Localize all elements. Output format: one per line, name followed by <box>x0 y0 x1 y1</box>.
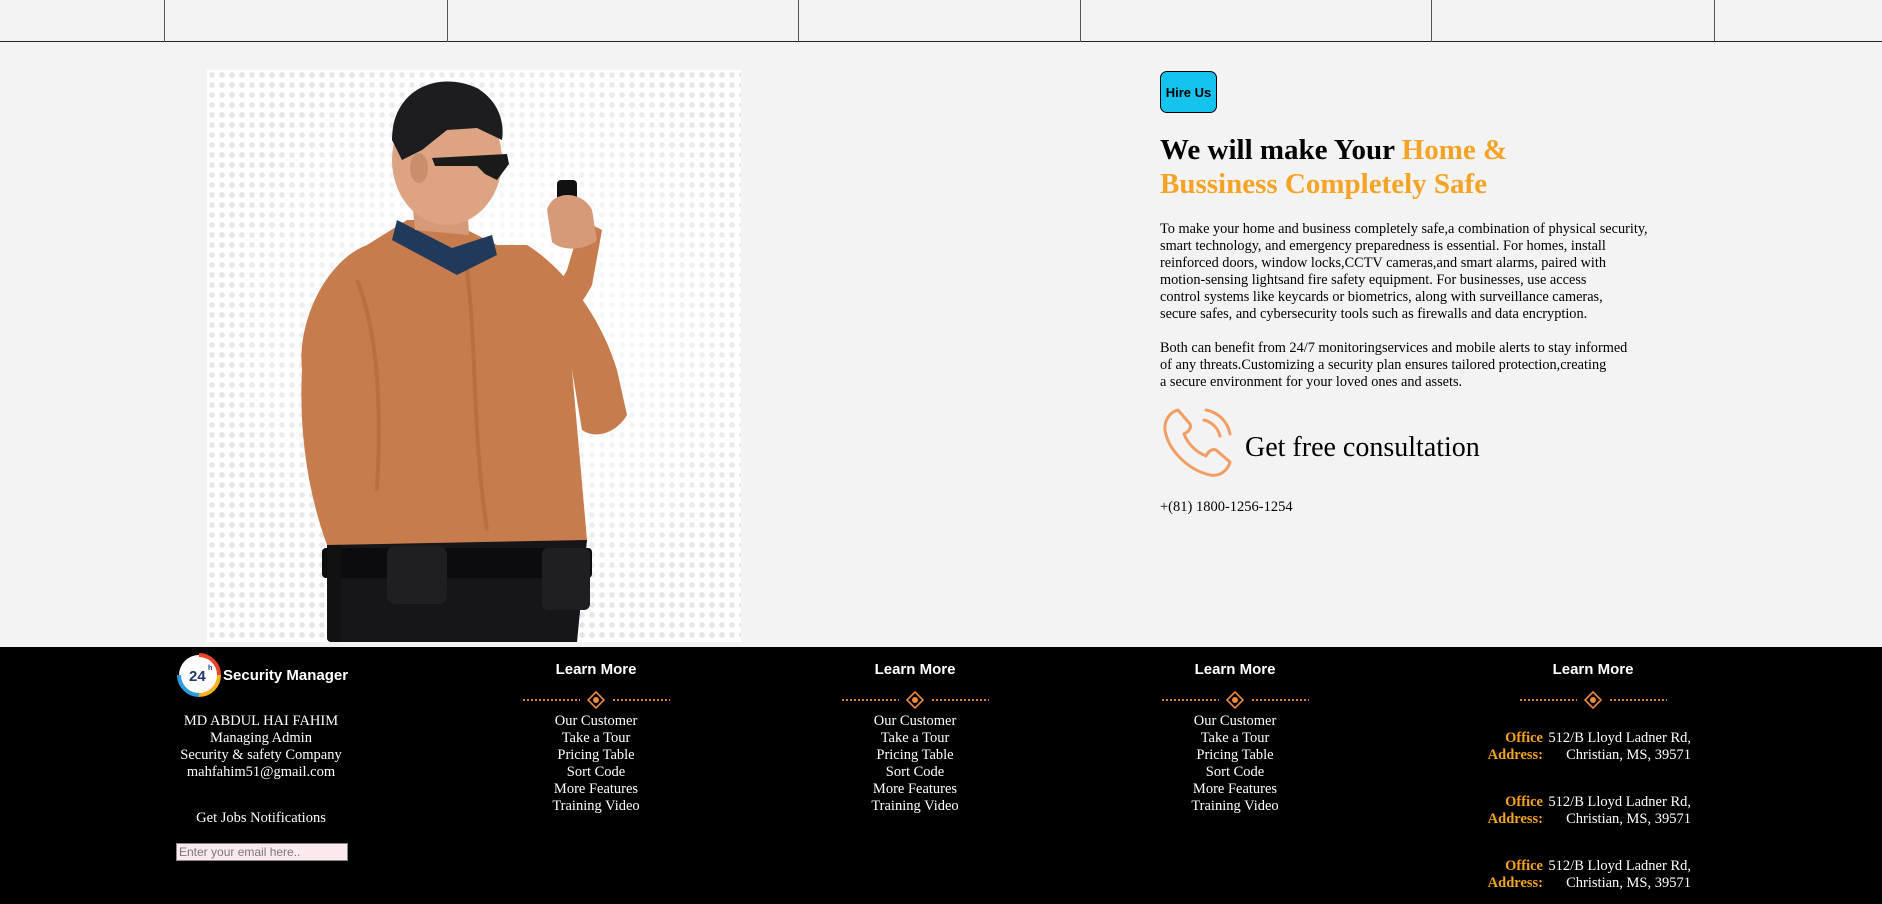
footer-column-1: Learn More Our Customer Take a Tour Pric… <box>496 661 696 815</box>
crosshair-icon <box>587 691 605 709</box>
ornament-divider <box>496 691 696 709</box>
nav-separator <box>798 0 799 42</box>
link-sort-code[interactable]: Sort Code <box>815 764 1015 781</box>
security-guard-image <box>207 70 741 642</box>
crosshair-icon <box>1584 691 1602 709</box>
link-our-customer[interactable]: Our Customer <box>1135 713 1335 730</box>
headline-plain: We will make Your <box>1160 134 1402 166</box>
hero-paragraph-1: To make your home and business completel… <box>1160 221 1648 322</box>
svg-text:24: 24 <box>189 668 206 685</box>
footer-column-3: Learn More Our Customer Take a Tour Pric… <box>1135 661 1335 815</box>
admin-role: Managing Admin <box>210 730 312 746</box>
jobs-notification-title: Get Jobs Notifications <box>196 810 326 826</box>
admin-info: MD ABDUL HAI FAHIM Managing Admin Securi… <box>170 713 352 781</box>
nav-separator <box>1080 0 1081 42</box>
crosshair-icon <box>906 691 924 709</box>
ornament-divider <box>1135 691 1335 709</box>
nav-separator <box>1714 0 1715 42</box>
link-take-a-tour[interactable]: Take a Tour <box>815 730 1015 747</box>
address-label: Office Address: <box>1487 794 1543 827</box>
link-take-a-tour[interactable]: Take a Tour <box>496 730 696 747</box>
link-pricing-table[interactable]: Pricing Table <box>496 747 696 764</box>
admin-company: Security & safety Company <box>180 747 342 763</box>
footer-brand[interactable]: 24 h Security Manager <box>177 652 348 698</box>
nav-separator <box>1431 0 1432 42</box>
column-title: Learn More <box>555 661 637 678</box>
office-address-2: Office Address: 512/B Lloyd Ladner Rd, C… <box>1470 794 1710 828</box>
email-input[interactable] <box>176 843 348 861</box>
hire-us-button[interactable]: Hire Us <box>1160 71 1217 113</box>
link-our-customer[interactable]: Our Customer <box>815 713 1015 730</box>
hero-headline: We will make Your Home & Bussiness Compl… <box>1160 133 1580 201</box>
office-address-1: Office Address: 512/B Lloyd Ladner Rd, C… <box>1470 730 1710 764</box>
nav-separator <box>447 0 448 42</box>
phone-number: +(81) 1800-1256-1254 <box>1160 499 1293 515</box>
column-title: Learn More <box>874 661 956 678</box>
address-value: 512/B Lloyd Ladner Rd, Christian, MS, 39… <box>1548 730 1691 763</box>
link-more-features[interactable]: More Features <box>1135 781 1335 798</box>
24h-logo-icon: 24 h <box>177 653 221 697</box>
link-training-video[interactable]: Training Video <box>496 798 696 815</box>
link-training-video[interactable]: Training Video <box>815 798 1015 815</box>
link-sort-code[interactable]: Sort Code <box>496 764 696 781</box>
link-more-features[interactable]: More Features <box>496 781 696 798</box>
guard-illustration <box>301 81 627 642</box>
admin-email: mahfahim51@gmail.com <box>186 764 336 780</box>
link-training-video[interactable]: Training Video <box>1135 798 1335 815</box>
phone-icon <box>1163 408 1232 477</box>
link-our-customer[interactable]: Our Customer <box>496 713 696 730</box>
office-address-3: Office Address: 512/B Lloyd Ladner Rd, C… <box>1470 858 1710 892</box>
address-label: Office Address: <box>1487 858 1543 891</box>
nav-separator <box>164 0 165 42</box>
column-title: Learn More <box>1552 661 1634 678</box>
ornament-divider <box>815 691 1015 709</box>
link-pricing-table[interactable]: Pricing Table <box>1135 747 1335 764</box>
link-sort-code[interactable]: Sort Code <box>1135 764 1335 781</box>
top-nav-bar <box>0 0 1882 42</box>
address-value: 512/B Lloyd Ladner Rd, Christian, MS, 39… <box>1548 858 1691 891</box>
footer-column-2: Learn More Our Customer Take a Tour Pric… <box>815 661 1015 815</box>
link-more-features[interactable]: More Features <box>815 781 1015 798</box>
svg-text:h: h <box>208 665 212 672</box>
address-label: Office Address: <box>1487 730 1543 763</box>
hero-paragraph-2: Both can benefit from 24/7 monitoringser… <box>1160 340 1628 390</box>
ornament-divider <box>1493 691 1693 709</box>
link-take-a-tour[interactable]: Take a Tour <box>1135 730 1335 747</box>
column-title: Learn More <box>1194 661 1276 678</box>
footer-column-address: Learn More <box>1493 661 1693 709</box>
link-pricing-table[interactable]: Pricing Table <box>815 747 1015 764</box>
brand-name: Security Manager <box>223 666 349 684</box>
address-value: 512/B Lloyd Ladner Rd, Christian, MS, 39… <box>1548 794 1691 827</box>
free-consultation-label: Get free consultation <box>1245 432 1480 463</box>
admin-name: MD ABDUL HAI FAHIM <box>183 713 339 729</box>
crosshair-icon <box>1226 691 1244 709</box>
